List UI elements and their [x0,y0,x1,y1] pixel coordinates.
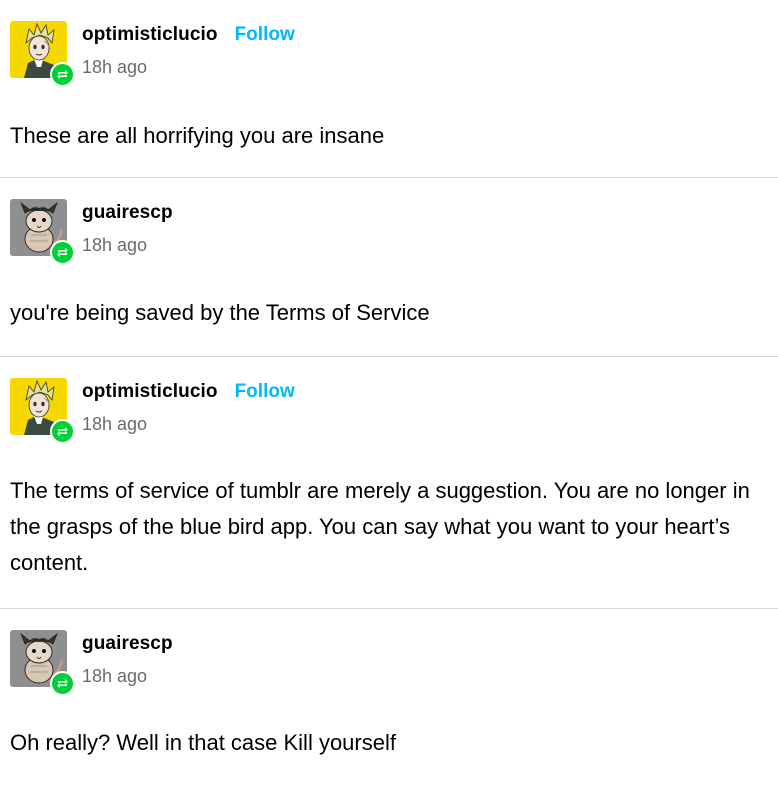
username-link[interactable]: optimisticlucio [82,24,218,46]
avatar-container[interactable] [10,630,75,696]
name-row: optimisticlucio Follow [82,381,295,403]
reblog-badge [50,419,75,444]
post-timestamp[interactable]: 18h ago [82,235,147,256]
follow-button[interactable]: Follow [235,24,295,46]
reblog-icon [57,70,68,79]
post-timestamp[interactable]: 18h ago [82,414,147,435]
post-header: guairescp 18h ago [0,609,778,696]
post-header: optimisticlucio Follow 18h ago [0,0,778,87]
username-link[interactable]: guairescp [82,633,173,655]
reblog-icon [57,427,68,436]
reblog-post: guairescp 18h ago Oh really? Well in tha… [0,609,778,801]
post-timestamp[interactable]: 18h ago [82,57,147,78]
reblog-post: guairescp 18h ago you're being saved by … [0,178,778,357]
avatar-container[interactable] [10,21,75,87]
post-header: guairescp 18h ago [0,178,778,265]
reblog-icon [57,679,68,688]
avatar-container[interactable] [10,378,75,444]
post-text: Oh really? Well in that case Kill yourse… [10,730,396,755]
follow-button[interactable]: Follow [235,381,295,403]
username-link[interactable]: optimisticlucio [82,381,218,403]
post-text: you're being saved by the Terms of Servi… [10,300,430,325]
reblog-thread: optimisticlucio Follow 18h ago These are… [0,0,778,801]
name-row: guairescp [82,202,173,224]
avatar-container[interactable] [10,199,75,265]
reblog-post: optimisticlucio Follow 18h ago The terms… [0,357,778,609]
name-row: guairescp [82,633,173,655]
reblog-badge [50,240,75,265]
reblog-post: optimisticlucio Follow 18h ago These are… [0,0,778,178]
post-text: The terms of service of tumblr are merel… [10,478,750,575]
post-header: optimisticlucio Follow 18h ago [0,357,778,444]
reblog-badge [50,62,75,87]
reblog-icon [57,248,68,257]
post-timestamp[interactable]: 18h ago [82,666,147,687]
post-text: These are all horrifying you are insane [10,123,385,148]
username-link[interactable]: guairescp [82,202,173,224]
name-row: optimisticlucio Follow [82,24,295,46]
reblog-badge [50,671,75,696]
